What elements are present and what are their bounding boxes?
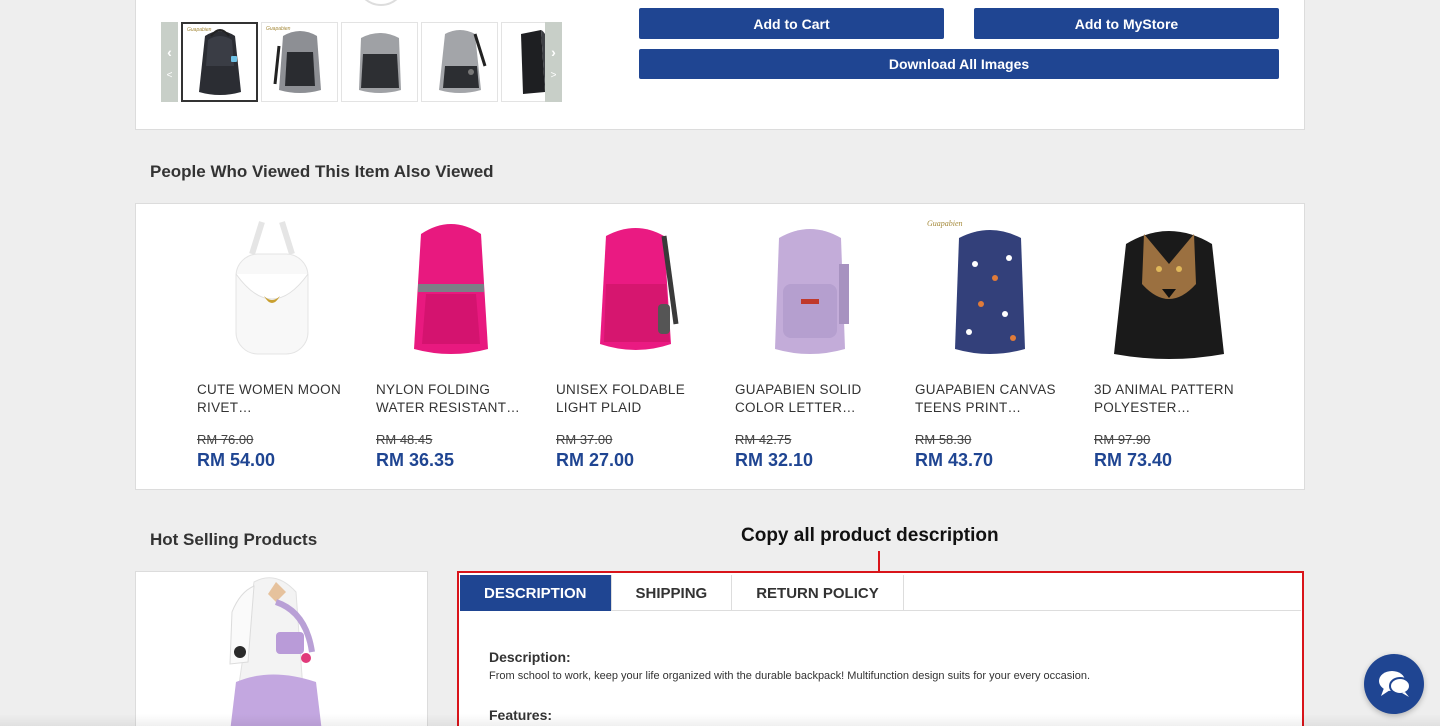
product-old-price: RM 58.30 <box>915 432 972 447</box>
also-viewed-title: People Who Viewed This Item Also Viewed <box>150 162 494 181</box>
thumbnail-carousel: ‹ < Guapabien Guapabien › > <box>161 22 562 102</box>
product-card[interactable]: GUAPABIEN SOLID COLOR LETTER… RM 42.75 R… <box>735 214 885 471</box>
backpack-image <box>198 29 241 95</box>
product-card[interactable]: NYLON FOLDING WATER RESISTANT… RM 48.45 … <box>376 214 526 471</box>
product-price: RM 73.40 <box>1094 450 1173 470</box>
thumbnail-2[interactable]: Guapabien <box>261 22 338 102</box>
gallery-zoom-edge <box>356 0 406 6</box>
product-name[interactable]: GUAPABIEN SOLID COLOR LETTER… <box>735 381 885 417</box>
product-card[interactable]: UNISEX FOLDABLE LIGHT PLAID PATTER… RM 3… <box>556 214 706 471</box>
download-all-images-button[interactable]: Download All Images <box>639 49 1279 79</box>
hot-selling-product-card[interactable] <box>135 571 428 726</box>
description-tabs: DESCRIPTION SHIPPING RETURN POLICY <box>460 575 1301 611</box>
thumbnail-5[interactable] <box>501 22 545 102</box>
also-viewed-panel: CUTE WOMEN MOON RIVET… RM 76.00 RM 54.00… <box>135 203 1305 490</box>
features-heading: Features: <box>489 707 553 723</box>
thumbnail-1[interactable]: Guapabien <box>181 22 258 102</box>
thumbnail-3[interactable] <box>341 22 418 102</box>
product-old-price: RM 76.00 <box>197 432 254 447</box>
product-old-price: RM 48.45 <box>376 432 433 447</box>
product-price: RM 43.70 <box>915 450 994 470</box>
product-card[interactable]: CUTE WOMEN MOON RIVET… RM 76.00 RM 54.00 <box>197 214 347 471</box>
backpack-image <box>520 30 545 94</box>
product-old-price: RM 97.90 <box>1094 432 1151 447</box>
backpack-image <box>438 30 486 93</box>
product-price: RM 54.00 <box>197 450 276 470</box>
chat-button[interactable] <box>1364 654 1424 714</box>
product-image[interactable] <box>376 214 526 359</box>
product-card[interactable]: 3D ANIMAL PATTERN POLYESTER… RM 97.90 RM… <box>1094 214 1244 471</box>
product-image[interactable]: Guapabien <box>915 214 1065 359</box>
thumb-next-button[interactable]: › > <box>545 22 562 102</box>
chevron-left-icon: ‹ <box>167 43 172 60</box>
description-content: Description: From school to work, keep y… <box>489 649 1282 723</box>
product-image[interactable] <box>556 214 706 359</box>
description-heading: Description: <box>489 649 571 665</box>
product-price: RM 36.35 <box>376 450 455 470</box>
hot-selling-title: Hot Selling Products <box>150 530 318 549</box>
product-old-price: RM 37.00 <box>556 432 613 447</box>
backpack-image <box>273 31 321 93</box>
description-text: From school to work, keep your life orga… <box>489 670 1091 682</box>
svg-text:Guapabien: Guapabien <box>927 219 963 228</box>
chat-icon <box>1379 671 1411 697</box>
tab-shipping[interactable]: SHIPPING <box>612 575 733 611</box>
product-image[interactable] <box>136 572 428 726</box>
product-price: RM 27.00 <box>556 450 635 470</box>
tab-return-policy[interactable]: RETURN POLICY <box>732 575 904 611</box>
add-to-mystore-button[interactable]: Add to MyStore <box>974 8 1279 39</box>
product-name[interactable]: UNISEX FOLDABLE LIGHT PLAID PATTER… <box>556 381 706 417</box>
product-name[interactable]: NYLON FOLDING WATER RESISTANT… <box>376 381 526 417</box>
callout-label: Copy all product description <box>741 525 999 546</box>
product-price: RM 32.10 <box>735 450 814 470</box>
chevron-right-icon: › <box>551 43 556 60</box>
product-image[interactable] <box>735 214 885 359</box>
product-name[interactable]: GUAPABIEN CANVAS TEENS PRINT… <box>915 381 1065 417</box>
add-to-cart-button[interactable]: Add to Cart <box>639 8 944 39</box>
thumb-prev-button[interactable]: ‹ < <box>161 22 178 102</box>
thumbnail-4[interactable] <box>421 22 498 102</box>
product-card[interactable]: Guapabien GUAPABIEN CANVAS TEENS PRINT… … <box>915 214 1065 471</box>
product-name[interactable]: CUTE WOMEN MOON RIVET… <box>197 381 347 417</box>
product-description-panel: DESCRIPTION SHIPPING RETURN POLICY Descr… <box>457 571 1304 726</box>
callout-connector <box>878 551 880 572</box>
tab-description[interactable]: DESCRIPTION <box>460 575 612 611</box>
backpack-image <box>358 33 401 93</box>
product-image[interactable] <box>1094 214 1244 359</box>
product-name[interactable]: 3D ANIMAL PATTERN POLYESTER… <box>1094 381 1244 417</box>
product-image[interactable] <box>197 214 347 359</box>
product-old-price: RM 42.75 <box>735 432 792 447</box>
